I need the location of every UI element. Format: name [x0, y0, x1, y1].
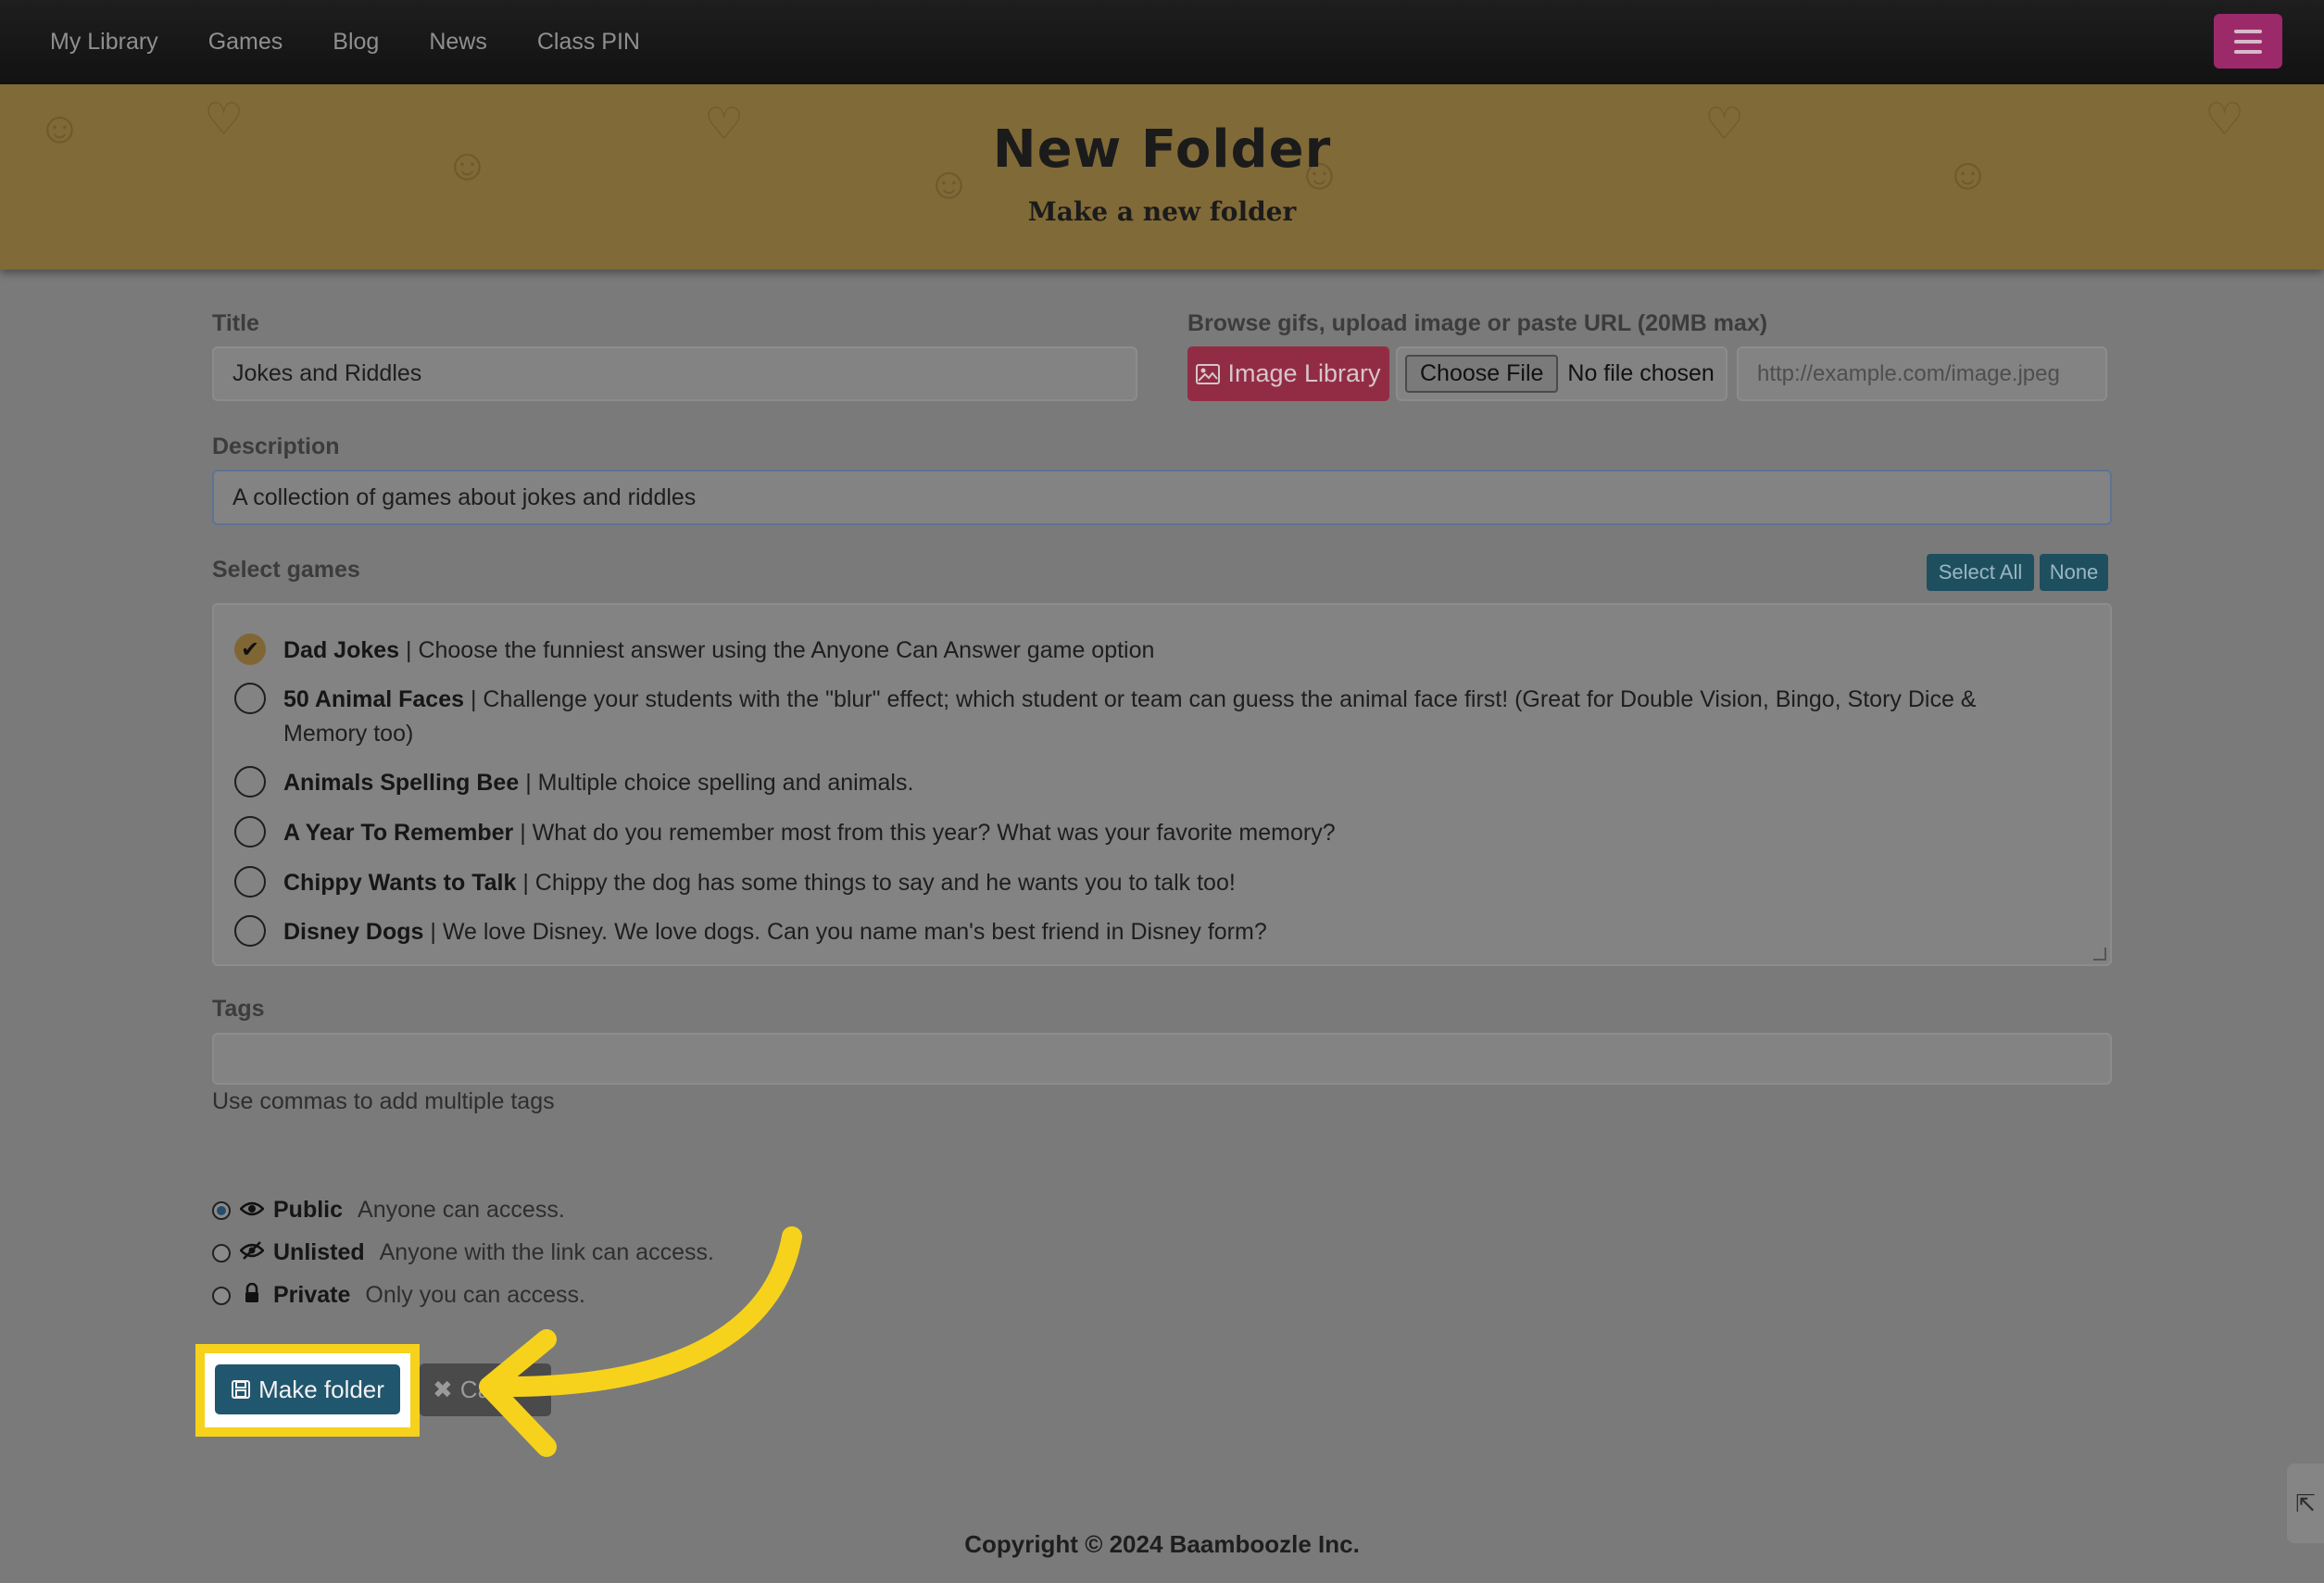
make-folder-button[interactable]: Make folder	[215, 1364, 400, 1414]
game-checkbox[interactable]	[234, 964, 266, 966]
nav-my-library[interactable]: My Library	[50, 29, 158, 56]
nav-links: My Library Games Blog News Class PIN	[0, 29, 690, 56]
public-label: Public	[273, 1197, 344, 1223]
tags-help-text: Use commas to add multiple tags	[212, 1088, 555, 1114]
description-input[interactable]: A collection of games about jokes and ri…	[212, 470, 2112, 525]
game-desc: | Multiple choice spelling and animals.	[519, 770, 914, 796]
game-desc: | Chippy the dog has some things to say …	[516, 870, 1236, 896]
hamburger-icon	[2234, 29, 2262, 33]
public-desc: Anyone can access.	[358, 1197, 565, 1223]
tags-label: Tags	[212, 996, 265, 1022]
image-icon	[1196, 363, 1221, 384]
eye-slash-icon	[239, 1240, 265, 1265]
page-subtitle: Make a new folder	[1027, 196, 1297, 227]
tags-input[interactable]	[212, 1033, 2112, 1085]
page-title: New Folder	[992, 119, 1332, 180]
select-all-button[interactable]: Select All	[1927, 554, 2034, 591]
no-file-text: No file chosen	[1567, 360, 1715, 386]
game-checkbox[interactable]	[234, 915, 266, 947]
cancel-label: Ca	[459, 1376, 492, 1403]
visibility-public[interactable]: Public Anyone can access.	[212, 1197, 565, 1224]
page-header: ☺ ♡ ☺ ♡ ☺ ☺ ♡ ☺ ♡ New Folder Make a new …	[0, 84, 2324, 270]
hamburger-menu-button[interactable]	[2214, 14, 2282, 69]
image-url-input[interactable]: http://example.com/image.jpeg	[1737, 346, 2107, 401]
nav-news[interactable]: News	[429, 29, 487, 56]
nav-blog[interactable]: Blog	[333, 29, 379, 56]
unlisted-label: Unlisted	[273, 1239, 365, 1265]
collapse-icon: ⇱	[2295, 1489, 2316, 1517]
visibility-private[interactable]: Private Only you can access.	[212, 1282, 585, 1309]
private-radio[interactable]	[212, 1286, 231, 1305]
game-desc: | We love Disney. We love dogs. Can you …	[423, 919, 1267, 945]
choose-file-button[interactable]: Choose File	[1405, 355, 1559, 393]
game-checkbox[interactable]	[234, 816, 266, 848]
games-list[interactable]: ✔ Dad Jokes | Choose the funniest answer…	[212, 603, 2112, 966]
game-desc: | Choose the funniest answer using the A…	[399, 637, 1155, 663]
game-name: Disney Dogs	[283, 919, 424, 945]
private-label: Private	[273, 1282, 351, 1308]
visibility-unlisted[interactable]: Unlisted Anyone with the link can access…	[212, 1239, 714, 1266]
game-desc: | What do you remember most from this ye…	[513, 820, 1336, 846]
nav-class-pin[interactable]: Class PIN	[537, 29, 640, 56]
title-label: Title	[212, 310, 259, 336]
side-widget-button[interactable]: ⇱	[2287, 1464, 2324, 1543]
game-checkbox[interactable]: ✔	[234, 634, 266, 665]
make-folder-label: Make folder	[258, 1375, 384, 1403]
select-none-button[interactable]: None	[2040, 554, 2108, 591]
game-name: Dad Jokes	[283, 637, 400, 663]
game-name: 50 Animal Faces	[283, 686, 465, 712]
game-checkbox[interactable]	[234, 866, 266, 898]
image-library-label: Image Library	[1227, 359, 1381, 387]
game-name: A Year To Remember	[283, 820, 514, 846]
game-checkbox[interactable]	[234, 766, 266, 798]
lock-icon	[240, 1282, 264, 1309]
save-icon	[232, 1380, 251, 1399]
private-desc: Only you can access.	[365, 1282, 586, 1308]
footer-copyright: Copyright © 2024 Baamboozle Inc.	[964, 1530, 1360, 1558]
unlisted-desc: Anyone with the link can access.	[379, 1239, 714, 1265]
nav-games[interactable]: Games	[208, 29, 283, 56]
image-library-button[interactable]: Image Library	[1187, 346, 1389, 401]
title-input[interactable]: Jokes and Riddles	[212, 346, 1137, 401]
select-games-label: Select games	[212, 557, 360, 583]
top-navbar: My Library Games Blog News Class PIN	[0, 0, 2324, 84]
close-icon: ✖	[433, 1376, 453, 1403]
resize-handle[interactable]	[2093, 948, 2106, 961]
unlisted-radio[interactable]	[212, 1243, 231, 1263]
image-label: Browse gifs, upload image or paste URL (…	[1187, 310, 1768, 336]
public-radio[interactable]	[212, 1200, 231, 1220]
description-label: Description	[212, 433, 340, 459]
game-desc: | Challenge your students with the "blur…	[283, 686, 1977, 747]
eye-icon	[239, 1199, 265, 1223]
game-checkbox[interactable]	[234, 683, 266, 714]
cancel-button[interactable]: ✖ Ca	[420, 1363, 551, 1416]
game-name: Chippy Wants to Talk	[283, 870, 517, 896]
game-name: Animals Spelling Bee	[283, 770, 520, 796]
file-upload: Choose File No file chosen	[1396, 346, 1727, 401]
